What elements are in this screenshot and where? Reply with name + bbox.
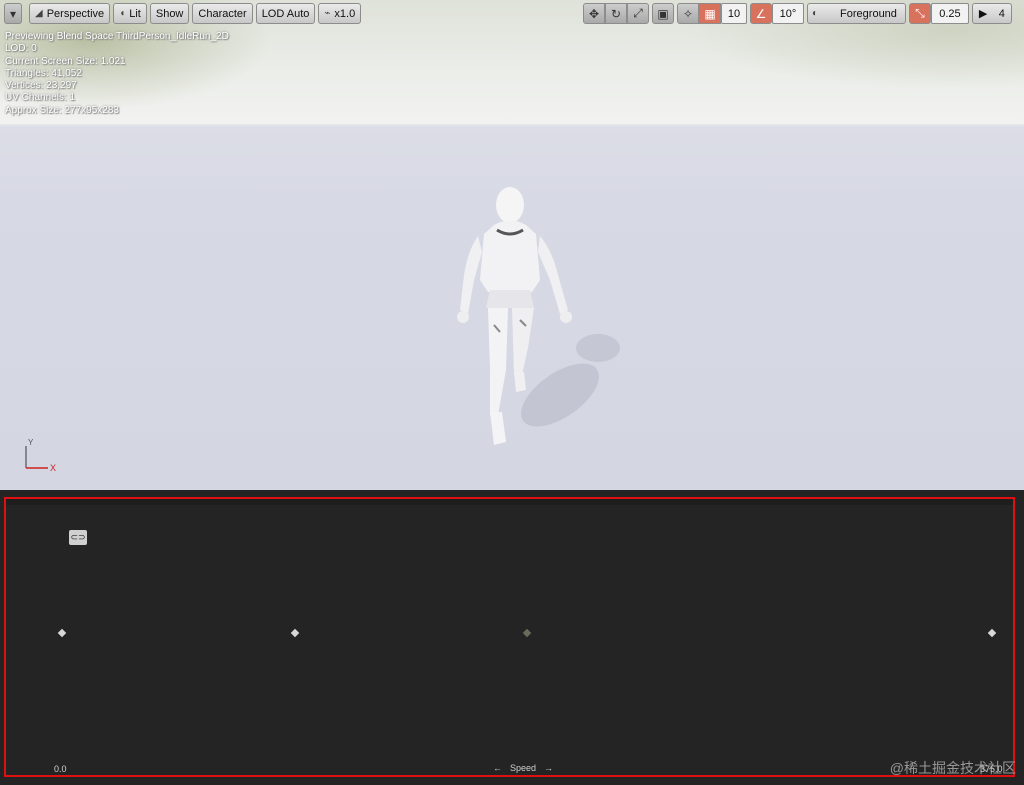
tag-icon[interactable]: ⊂⊃ [69, 530, 87, 545]
stats-uv-channels-line: UV Channels: 1 [5, 92, 76, 104]
mannequin-character [457, 187, 620, 445]
blend-sample-point[interactable] [522, 628, 532, 638]
scale-snap-value-text: 0.25 [939, 7, 961, 20]
playback-speed-label: x1.0 [334, 7, 356, 20]
viewport-toolbar-right: ✥ ↻ ⤢ ▣ ✧ ▦ 10 ∠ 10° ◐ Foreground ⤡ 0.25 … [583, 3, 1015, 24]
rotate-mode-button[interactable]: ↻ [605, 3, 627, 24]
preview-viewport[interactable]: ▾ ◢ Perspective ◖ Lit Show Character LOD A… [0, 0, 1024, 490]
perspective-label: Perspective [46, 7, 105, 20]
scale-snap-toggle[interactable]: ⤡ [908, 3, 931, 24]
perspective-icon: ◢ [35, 8, 43, 19]
translate-mode-button[interactable]: ✥ [583, 3, 605, 24]
axis-speed-label: Speed [510, 763, 537, 773]
lod-label: LOD Auto [261, 7, 310, 20]
layer-dropdown[interactable]: ◐ Foreground [807, 3, 906, 24]
axis-y-label: Y [28, 438, 34, 447]
watermark-text: @稀土掘金技术社区 [889, 760, 1016, 776]
stats-approx-size-line: Approx Size: 277x95x283 [5, 104, 119, 116]
chevron-down-icon: ▾ [9, 6, 17, 21]
scale-snap-value[interactable]: 0.25 [930, 3, 969, 24]
angle-icon: ∠ [755, 6, 767, 21]
speed-icon: ⌁ [324, 8, 331, 19]
axis-min-label: 0.0 [54, 764, 67, 774]
viewport-options-button[interactable]: ▾ [4, 3, 22, 24]
lit-icon: ◖ [119, 8, 126, 19]
cube-icon: ▣ [657, 6, 669, 21]
arrow-right-icon: → [544, 763, 554, 773]
camera-speed-value: 4 [998, 7, 1005, 20]
blend-sample-point[interactable] [57, 628, 67, 638]
grid-icon: ▦ [704, 6, 716, 21]
camera-speed-button[interactable]: ▶ 4 [971, 3, 1012, 24]
stats-triangles-line: Triangles: 41,052 [5, 67, 82, 79]
viewport-toolbar-left: ▾ ◢ Perspective ◖ Lit Show Character LOD A… [4, 3, 364, 24]
horizon-line [0, 124, 1024, 126]
blend-space-graph-panel[interactable]: ⊂⊃ 0.0 ← Speed → 375.0 [4, 497, 1015, 777]
stats-preview-line: Previewing Blend Space ThirdPerson_IdleR… [5, 31, 229, 42]
grid-snap-value-text: 10 [727, 7, 741, 20]
grid-snap-value[interactable]: 10 [721, 3, 747, 24]
playback-speed-button[interactable]: ⌁ x1.0 [318, 3, 362, 24]
lit-label: Lit [129, 7, 141, 20]
axis-x-label: X [50, 463, 56, 473]
stats-lod-line: LOD: 0 [5, 43, 37, 55]
arrow-left-icon: ← [493, 763, 502, 773]
blend-sample-point[interactable] [290, 628, 299, 638]
stats-vertices-line: Vertices: 23,297 [5, 80, 77, 92]
stats-screen-size-line: Current Screen Size: 1.021 [5, 55, 126, 67]
world-local-button[interactable]: ✧ [677, 3, 699, 24]
world-icon: ✧ [682, 6, 694, 21]
show-label: Show [155, 7, 184, 20]
perspective-button[interactable]: ◢ Perspective [29, 3, 111, 24]
move-icon: ✥ [588, 6, 600, 21]
blend-panel-topbar [6, 499, 1013, 505]
lit-button[interactable]: ◖ Lit [113, 3, 147, 24]
rotate-icon: ↻ [610, 6, 622, 21]
rotation-snap-value-text: 10° [779, 7, 797, 20]
lod-button[interactable]: LOD Auto [255, 3, 316, 24]
viewport-stats: Previewing Blend Space ThirdPerson_IdleR… [5, 31, 229, 117]
rotation-snap-value[interactable]: 10° [772, 3, 804, 24]
show-button[interactable]: Show [149, 3, 190, 24]
character-button[interactable]: Character [192, 3, 253, 24]
blend-sample-point[interactable] [987, 628, 997, 638]
axis-gizmo: Y X [25, 438, 56, 473]
camera-icon: ▶ [978, 8, 988, 20]
axis-speed-label-group: ← Speed → [493, 763, 553, 773]
layer-value: Foreground [840, 7, 897, 20]
surface-snap-button[interactable]: ▣ [652, 3, 674, 24]
rotation-snap-toggle[interactable]: ∠ [750, 3, 772, 24]
grid-snap-toggle[interactable]: ▦ [699, 3, 721, 24]
character-label: Character [198, 7, 247, 20]
scale-snap-icon: ⤡ [915, 6, 925, 20]
scale-icon: ⤢ [633, 6, 643, 20]
scale-mode-button[interactable]: ⤢ [627, 3, 649, 24]
layer-icon: ◐ [812, 8, 819, 19]
